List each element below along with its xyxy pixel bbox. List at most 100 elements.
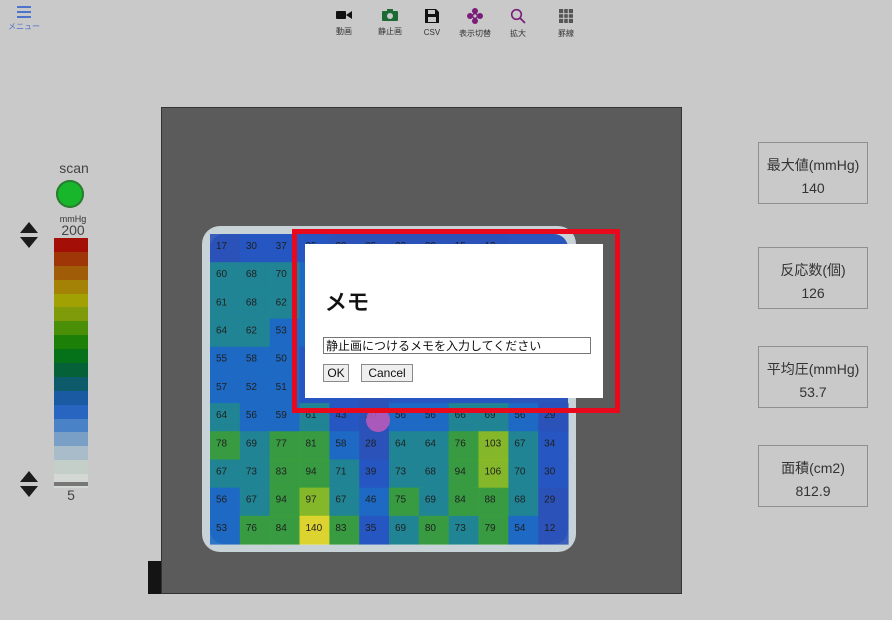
heatmap-value-label: 53 xyxy=(216,523,228,534)
magnifier-icon xyxy=(510,8,526,24)
heatmap-value-label: 28 xyxy=(365,438,377,449)
heatmap-value-label: 39 xyxy=(365,466,377,477)
heatmap-value-label: 94 xyxy=(276,495,288,506)
reaction-count-value: 126 xyxy=(801,285,825,301)
heatmap-value-label: 54 xyxy=(514,523,526,534)
hamburger-icon xyxy=(17,6,31,18)
save-icon xyxy=(425,9,439,23)
menu-button[interactable]: メニュー xyxy=(4,4,44,40)
heatmap-value-label: 84 xyxy=(276,523,288,534)
heatmap-value-label: 67 xyxy=(335,495,347,506)
heatmap-value-label: 88 xyxy=(485,495,497,506)
heatmap-value-label: 30 xyxy=(544,466,556,477)
heatmap-value-label: 67 xyxy=(216,466,228,477)
display-toggle-label: 表示切替 xyxy=(459,29,491,38)
heatmap-value-label: 79 xyxy=(485,523,497,534)
heatmap-value-label: 80 xyxy=(425,523,437,534)
heatmap-value-label: 106 xyxy=(485,466,502,477)
heatmap-value-label: 64 xyxy=(216,326,228,337)
grid-icon xyxy=(559,9,573,23)
color-scale-step xyxy=(54,404,88,420)
video-label: 動画 xyxy=(336,27,352,36)
heatmap-value-label: 70 xyxy=(276,269,288,280)
scan-indicator[interactable] xyxy=(56,180,84,208)
heatmap-value-label: 75 xyxy=(395,495,407,506)
heatmap-value-label: 29 xyxy=(544,495,556,506)
color-scale-step xyxy=(54,432,88,447)
max-up-arrow-icon[interactable] xyxy=(20,222,38,233)
color-scale-step xyxy=(54,349,88,364)
memo-input[interactable] xyxy=(323,337,591,354)
heatmap-value-label: 103 xyxy=(485,438,502,449)
display-toggle-button[interactable]: 表示切替 xyxy=(455,8,495,39)
color-scale-bar xyxy=(54,238,88,489)
heatmap-value-label: 94 xyxy=(306,466,318,477)
heatmap-value-label: 69 xyxy=(246,438,258,449)
scale-min-tick xyxy=(54,482,88,486)
video-camera-icon xyxy=(336,11,352,19)
color-scale-step xyxy=(54,307,88,322)
heatmap-value-label: 77 xyxy=(276,438,288,449)
heatmap-value-label: 17 xyxy=(216,241,228,252)
color-scale-step xyxy=(54,279,88,295)
area-value: 812.9 xyxy=(795,483,831,499)
average-pressure-label: 平均圧(mmHg) xyxy=(766,361,860,377)
heatmap-value-label: 68 xyxy=(514,495,526,506)
heatmap-value-label: 58 xyxy=(246,354,258,365)
memo-dialog: メモ OK Cancel xyxy=(305,244,603,398)
color-scale-step xyxy=(54,251,88,267)
heatmap-value-label: 69 xyxy=(395,523,407,534)
heatmap-value-label: 67 xyxy=(246,495,258,506)
cancel-button[interactable]: Cancel xyxy=(361,364,413,382)
max-pressure-value: 140 xyxy=(801,180,825,196)
heatmap-value-label: 56 xyxy=(246,410,258,421)
color-scale-step xyxy=(54,293,88,308)
heatmap-value-label: 51 xyxy=(276,382,288,393)
heatmap-value-label: 62 xyxy=(246,326,258,337)
still-image-label: 静止画 xyxy=(378,27,402,36)
heatmap-value-label: 64 xyxy=(216,410,228,421)
average-pressure-value: 53.7 xyxy=(799,384,827,400)
color-scale-step xyxy=(54,446,88,461)
max-down-arrow-icon[interactable] xyxy=(20,237,38,248)
menu-label: メニュー xyxy=(8,22,40,31)
heatmap-value-label: 68 xyxy=(425,466,437,477)
heatmap-value-label: 68 xyxy=(246,297,258,308)
heatmap-value-label: 73 xyxy=(455,523,467,534)
grid-button[interactable]: 罫線 xyxy=(546,8,586,39)
color-scale-step xyxy=(54,390,88,406)
color-scale-step xyxy=(54,363,88,378)
min-up-arrow-icon[interactable] xyxy=(20,471,38,482)
heatmap-value-label: 53 xyxy=(276,326,288,337)
still-image-button[interactable]: 静止画 xyxy=(370,8,410,37)
csv-button[interactable]: CSV xyxy=(412,8,452,37)
area-label: 面積(cm2) xyxy=(781,460,845,476)
heatmap-value-label: 81 xyxy=(306,438,318,449)
area-box: 面積(cm2) 812.9 xyxy=(758,445,868,507)
heatmap-value-label: 83 xyxy=(335,523,347,534)
ok-button[interactable]: OK xyxy=(323,364,349,382)
zoom-label: 拡大 xyxy=(510,29,526,38)
heatmap-value-label: 68 xyxy=(246,269,258,280)
heatmap-value-label: 12 xyxy=(544,523,556,534)
heatmap-value-label: 34 xyxy=(544,438,556,449)
heatmap-value-label: 52 xyxy=(246,382,258,393)
heatmap-value-label: 94 xyxy=(455,466,467,477)
heatmap-value-label: 35 xyxy=(365,523,377,534)
heatmap-value-label: 55 xyxy=(216,354,228,365)
color-scale-step xyxy=(54,376,88,392)
heatmap-value-label: 69 xyxy=(425,495,437,506)
average-pressure-box: 平均圧(mmHg) 53.7 xyxy=(758,346,868,408)
heatmap-value-label: 71 xyxy=(335,466,347,477)
heatmap-value-label: 57 xyxy=(216,382,228,393)
heatmap-value-label: 58 xyxy=(335,438,347,449)
zoom-button[interactable]: 拡大 xyxy=(498,8,538,39)
min-down-arrow-icon[interactable] xyxy=(20,486,38,497)
color-scale-step xyxy=(54,265,88,281)
heatmap-value-label: 97 xyxy=(306,495,318,506)
heatmap-value-label: 76 xyxy=(455,438,467,449)
heatmap-value-label: 83 xyxy=(276,466,288,477)
heatmap-value-label: 76 xyxy=(246,523,258,534)
video-button[interactable]: 動画 xyxy=(324,8,364,37)
color-scale-step xyxy=(54,321,88,336)
